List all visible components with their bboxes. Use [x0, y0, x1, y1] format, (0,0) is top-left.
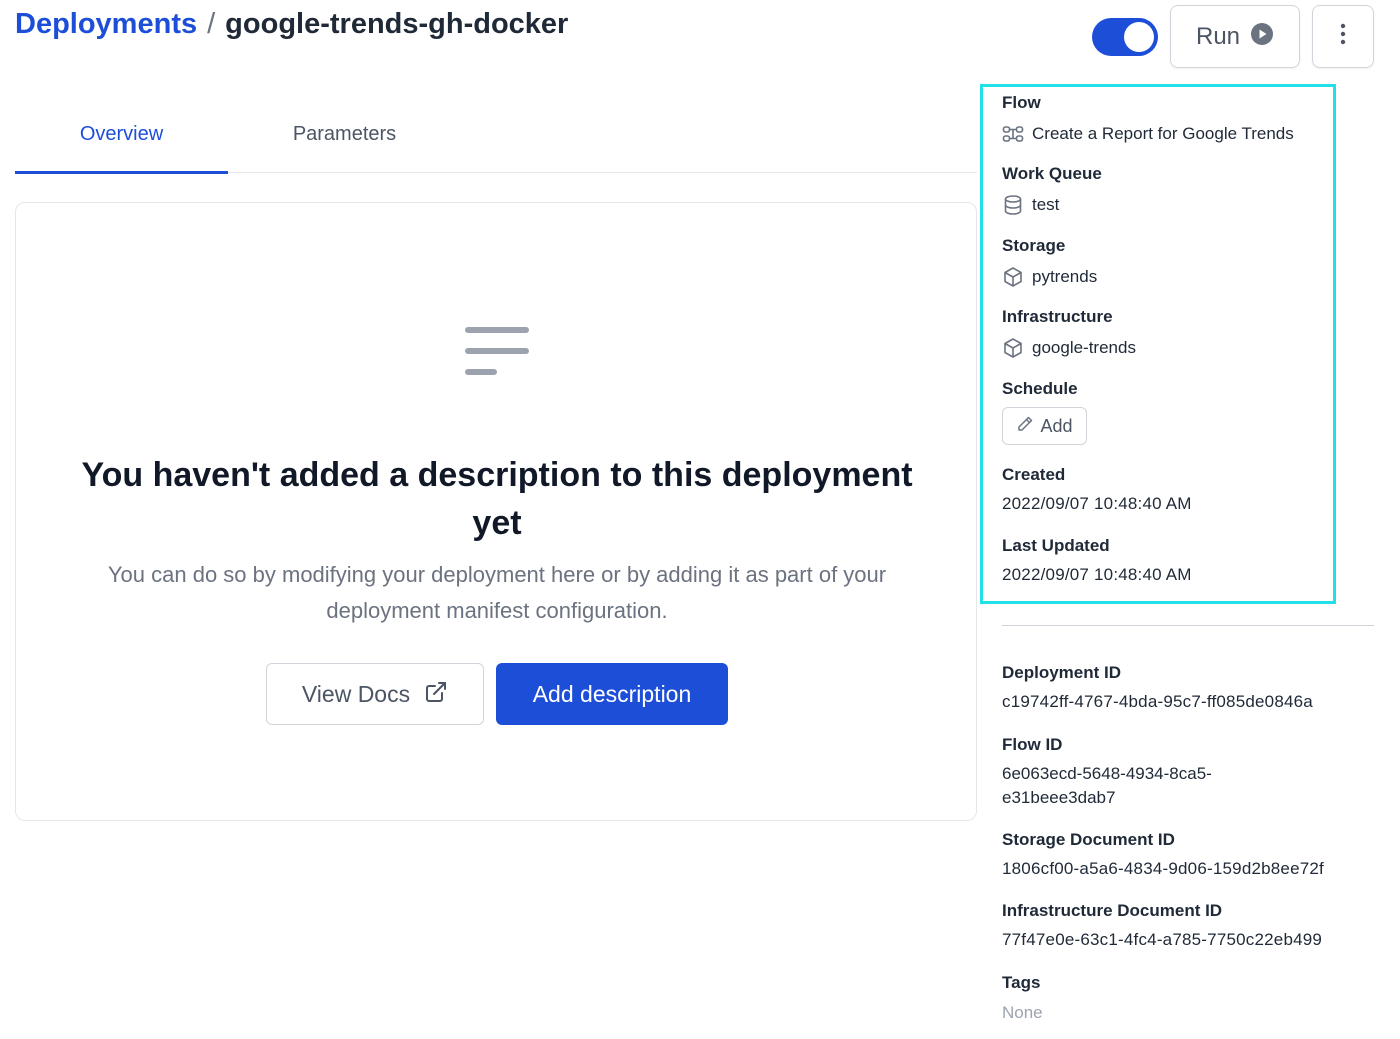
description-empty-state: You haven't added a description to this …: [15, 202, 977, 821]
breadcrumb-separator: /: [207, 8, 216, 40]
play-circle-icon: [1250, 22, 1274, 51]
tab-parameters[interactable]: Parameters: [238, 95, 451, 173]
infrastructure-document-id-label: Infrastructure Document ID: [1002, 901, 1223, 920]
storage-value[interactable]: pytrends: [1002, 266, 1097, 288]
page-title: google-trends-gh-docker: [225, 8, 569, 40]
view-docs-label: View Docs: [301, 680, 411, 707]
tags-value: None: [1002, 1003, 1043, 1022]
add-description-button[interactable]: Add description: [496, 663, 728, 725]
schedule-detail: Schedule Add: [1002, 379, 1087, 445]
more-options-button[interactable]: [1312, 5, 1374, 68]
work-queue-detail: Work Queue test: [1002, 164, 1102, 216]
schedule-label: Schedule: [1002, 379, 1078, 398]
storage-document-id-label: Storage Document ID: [1002, 830, 1175, 849]
database-icon: [1002, 194, 1024, 216]
flow-detail: Flow Create a Report for Google Trends: [1002, 93, 1294, 145]
deployment-active-toggle[interactable]: [1092, 18, 1158, 56]
add-description-label: Add description: [532, 680, 692, 707]
view-docs-button[interactable]: View Docs: [266, 663, 484, 725]
flow-value[interactable]: Create a Report for Google Trends: [1002, 123, 1294, 145]
pencil-icon: [1016, 415, 1034, 438]
infrastructure-value[interactable]: google-trends: [1002, 337, 1136, 359]
add-schedule-label: Add: [1040, 415, 1073, 436]
flow-name: Create a Report for Google Trends: [1032, 124, 1294, 143]
created-label: Created: [1002, 465, 1066, 484]
tab-bar: Overview Parameters: [15, 95, 977, 174]
empty-state-subtitle: You can do so by modifying your deployme…: [107, 562, 887, 623]
deployment-id-value: c19742ff-4767-4bda-95c7-ff085de0846a: [1002, 692, 1313, 711]
infrastructure-name: google-trends: [1032, 338, 1136, 357]
storage-document-id-value: 1806cf00-a5a6-4834-9d06-159d2b8ee72f: [1002, 859, 1324, 878]
empty-state-title: You haven't added a description to this …: [81, 456, 913, 542]
flow-id-detail: Flow ID 6e063ecd-5648-4934-8ca5-e31beee3…: [1002, 735, 1292, 810]
breadcrumb-deployments-link[interactable]: Deployments: [15, 8, 197, 41]
cube-icon: [1002, 337, 1024, 359]
details-divider: [1002, 625, 1374, 626]
flow-id-label: Flow ID: [1002, 735, 1063, 754]
flow-label: Flow: [1002, 93, 1041, 112]
last-updated-label: Last Updated: [1002, 536, 1110, 555]
cube-icon: [1002, 266, 1024, 288]
run-button-label: Run: [1195, 22, 1241, 50]
infrastructure-detail: Infrastructure google-trends: [1002, 307, 1136, 359]
created-detail: Created 2022/09/07 10:48:40 AM: [1002, 465, 1192, 514]
created-value: 2022/09/07 10:48:40 AM: [1002, 494, 1192, 513]
run-button[interactable]: Run: [1170, 5, 1300, 68]
storage-detail: Storage pytrends: [1002, 236, 1097, 288]
storage-name: pytrends: [1032, 267, 1098, 286]
storage-label: Storage: [1002, 236, 1066, 255]
flow-icon: [1002, 123, 1024, 145]
infrastructure-label: Infrastructure: [1002, 307, 1113, 326]
last-updated-detail: Last Updated 2022/09/07 10:48:40 AM: [1002, 536, 1192, 585]
infrastructure-document-id-detail: Infrastructure Document ID 77f47e0e-63c1…: [1002, 901, 1322, 950]
infrastructure-document-id-value: 77f47e0e-63c1-4fc4-a785-7750c22eb499: [1002, 930, 1323, 949]
kebab-menu-icon: [1340, 23, 1346, 50]
flow-id-value: 6e063ecd-5648-4934-8ca5-e31beee3dab7: [1002, 764, 1212, 807]
breadcrumb: Deployments / google-trends-gh-docker: [15, 8, 568, 41]
deployment-id-label: Deployment ID: [1002, 663, 1122, 682]
deployment-id-detail: Deployment ID c19742ff-4767-4bda-95c7-ff…: [1002, 663, 1313, 712]
tags-label: Tags: [1002, 973, 1041, 992]
tags-detail: Tags None: [1002, 973, 1043, 1023]
last-updated-value: 2022/09/07 10:48:40 AM: [1002, 565, 1192, 584]
add-schedule-button[interactable]: Add: [1002, 407, 1087, 445]
work-queue-value[interactable]: test: [1002, 194, 1102, 216]
text-lines-icon: [465, 327, 529, 377]
storage-document-id-detail: Storage Document ID 1806cf00-a5a6-4834-9…: [1002, 830, 1324, 879]
work-queue-name: test: [1032, 195, 1060, 214]
work-queue-label: Work Queue: [1002, 164, 1102, 183]
external-link-icon: [424, 680, 448, 709]
tab-overview[interactable]: Overview: [15, 95, 228, 174]
toggle-knob: [1124, 22, 1154, 52]
